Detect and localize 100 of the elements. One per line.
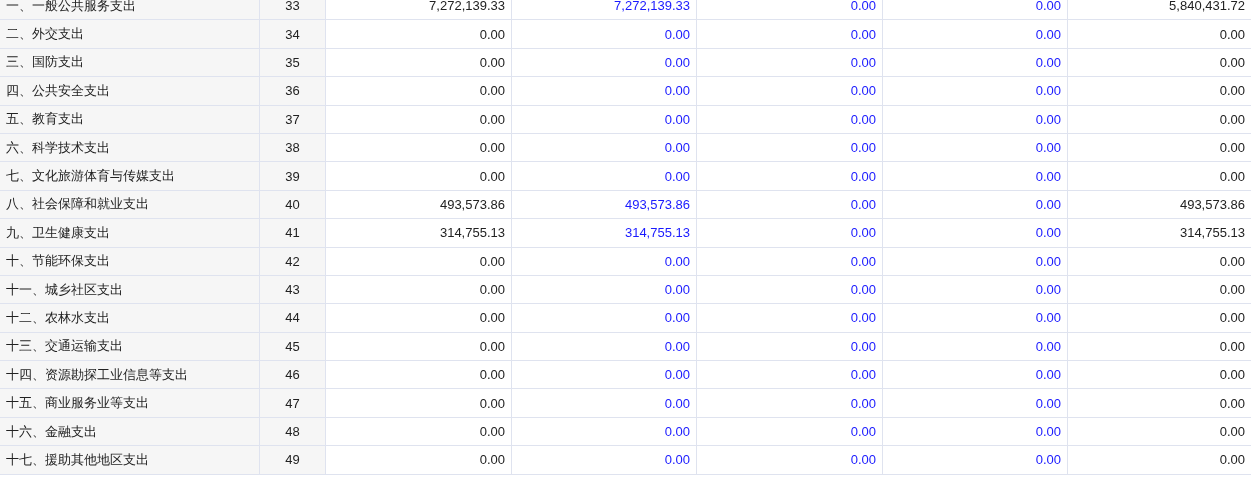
- row-label: 四、公共安全支出: [0, 77, 260, 105]
- table-cell-text: 0.00: [1218, 423, 1246, 442]
- table-cell: 0.00: [326, 77, 512, 105]
- table-cell: 0.00: [697, 247, 883, 275]
- table-cell: 314,755.13: [326, 219, 512, 247]
- table-cell: 7,272,139.33: [512, 0, 697, 20]
- table-cell: 0.00: [512, 275, 697, 304]
- row-label: 七、文化旅游体育与传媒支出: [0, 162, 260, 190]
- table-cell: 0.00: [883, 219, 1068, 247]
- table-cell: 0.00: [326, 48, 512, 77]
- table-cell-text: 0.00: [1218, 394, 1246, 413]
- table-cell: 493,573.86: [512, 190, 697, 219]
- table-cell: 0.00: [697, 77, 883, 105]
- table-cell: 0.00: [326, 105, 512, 133]
- line-number: 44: [260, 304, 326, 332]
- row-label: 十一、城乡社区支出: [0, 275, 260, 304]
- table-cell-text: 0.00: [1218, 337, 1246, 356]
- table-cell: 0.00: [697, 332, 883, 361]
- table-cell: 0.00: [697, 219, 883, 247]
- table-cell: 314,755.13: [512, 219, 697, 247]
- table-cell: 0.00: [512, 361, 697, 389]
- line-number: 40: [260, 190, 326, 219]
- table-cell-text: 0.00: [1218, 25, 1246, 44]
- row-label: 六、科学技术支出: [0, 133, 260, 162]
- table-cell: 0.00: [512, 77, 697, 105]
- table-cell: 0.00: [697, 20, 883, 48]
- table-cell: 0.00: [883, 48, 1068, 77]
- table-cell: 0.00: [326, 247, 512, 275]
- table-cell: 0.00: [883, 361, 1068, 389]
- line-number: 49: [260, 446, 326, 474]
- table-cell-text: 0.00: [1218, 451, 1246, 470]
- table-cell: 0.00: [697, 275, 883, 304]
- table-cell: 0.00: [883, 162, 1068, 190]
- table-cell: 0.00: [326, 446, 512, 474]
- table-cell: 0.00: [326, 162, 512, 190]
- table-cell: 0.00: [883, 247, 1068, 275]
- table-cell: 0.00: [512, 247, 697, 275]
- row-label: 二、外交支出: [0, 20, 260, 48]
- row-label: 五、教育支出: [0, 105, 260, 133]
- table-cell: 0.00: [512, 133, 697, 162]
- table-cell: 0.00: [883, 446, 1068, 474]
- line-number: 42: [260, 247, 326, 275]
- row-label: 十七、援助其他地区支出: [0, 446, 260, 474]
- line-number: 37: [260, 105, 326, 133]
- table-cell: 0.00: [326, 275, 512, 304]
- table-cell: 0.00: [512, 105, 697, 133]
- table-cell: 0.00: [326, 332, 512, 361]
- row-label: 三、国防支出: [0, 48, 260, 77]
- table-cell: 0.00: [697, 304, 883, 332]
- table-cell-text: 314,755.13: [1178, 224, 1246, 243]
- row-label: 十六、金融支出: [0, 417, 260, 446]
- line-number: 38: [260, 133, 326, 162]
- table-cell: 7,272,139.33: [326, 0, 512, 20]
- row-label: 十、节能环保支出: [0, 247, 260, 275]
- table-cell: 0.00: [512, 48, 697, 77]
- row-label: 九、卫生健康支出: [0, 219, 260, 247]
- table-cell: 0.00: [326, 417, 512, 446]
- table-cell: 0.00: [326, 389, 512, 417]
- table-cell-text: 0.00: [1218, 281, 1246, 300]
- row-label: 八、社会保障和就业支出: [0, 190, 260, 219]
- line-number: 45: [260, 332, 326, 361]
- line-number: 35: [260, 48, 326, 77]
- table-cell-text: 0.00: [1218, 167, 1246, 186]
- table-cell: 0.00: [326, 304, 512, 332]
- line-number: 39: [260, 162, 326, 190]
- table-cell: 0.00: [883, 275, 1068, 304]
- table-cell: 0.00: [883, 0, 1068, 20]
- line-number: 47: [260, 389, 326, 417]
- table-cell-text: 0.00: [1218, 82, 1246, 101]
- table-cell: 0.00: [883, 417, 1068, 446]
- line-number: 46: [260, 361, 326, 389]
- table-cell: 0.00: [697, 48, 883, 77]
- table-cell: 0.00: [697, 0, 883, 20]
- table-cell: 0.00: [512, 162, 697, 190]
- table-cell: 0.00: [512, 446, 697, 474]
- table-cell: 0.00: [883, 105, 1068, 133]
- line-number: 43: [260, 275, 326, 304]
- line-number: 33: [260, 0, 326, 20]
- table-cell: 0.00: [883, 20, 1068, 48]
- table-cell: 0.00: [883, 190, 1068, 219]
- table-cell: 0.00: [697, 361, 883, 389]
- row-label: 十二、农林水支出: [0, 304, 260, 332]
- table-cell: 0.00: [697, 105, 883, 133]
- table-cell-text: 493,573.86: [1178, 195, 1246, 214]
- table-cell-text: 0.00: [1218, 252, 1246, 271]
- row-label: 十四、资源勘探工业信息等支出: [0, 361, 260, 389]
- table-cell: 0.00: [883, 389, 1068, 417]
- row-label: 十三、交通运输支出: [0, 332, 260, 361]
- line-number: 41: [260, 219, 326, 247]
- table-cell: 0.00: [883, 304, 1068, 332]
- table-cell: 0.00: [697, 133, 883, 162]
- table-cell: 0.00: [697, 162, 883, 190]
- table-cell-text: 0.00: [1218, 53, 1246, 72]
- table-cell: 0.00: [883, 77, 1068, 105]
- table-cell: 0.00: [697, 446, 883, 474]
- table-cell: 0.00: [697, 417, 883, 446]
- table-cell: 0.00: [326, 361, 512, 389]
- line-number: 36: [260, 77, 326, 105]
- table-cell: 0.00: [883, 332, 1068, 361]
- table-cell: 0.00: [512, 417, 697, 446]
